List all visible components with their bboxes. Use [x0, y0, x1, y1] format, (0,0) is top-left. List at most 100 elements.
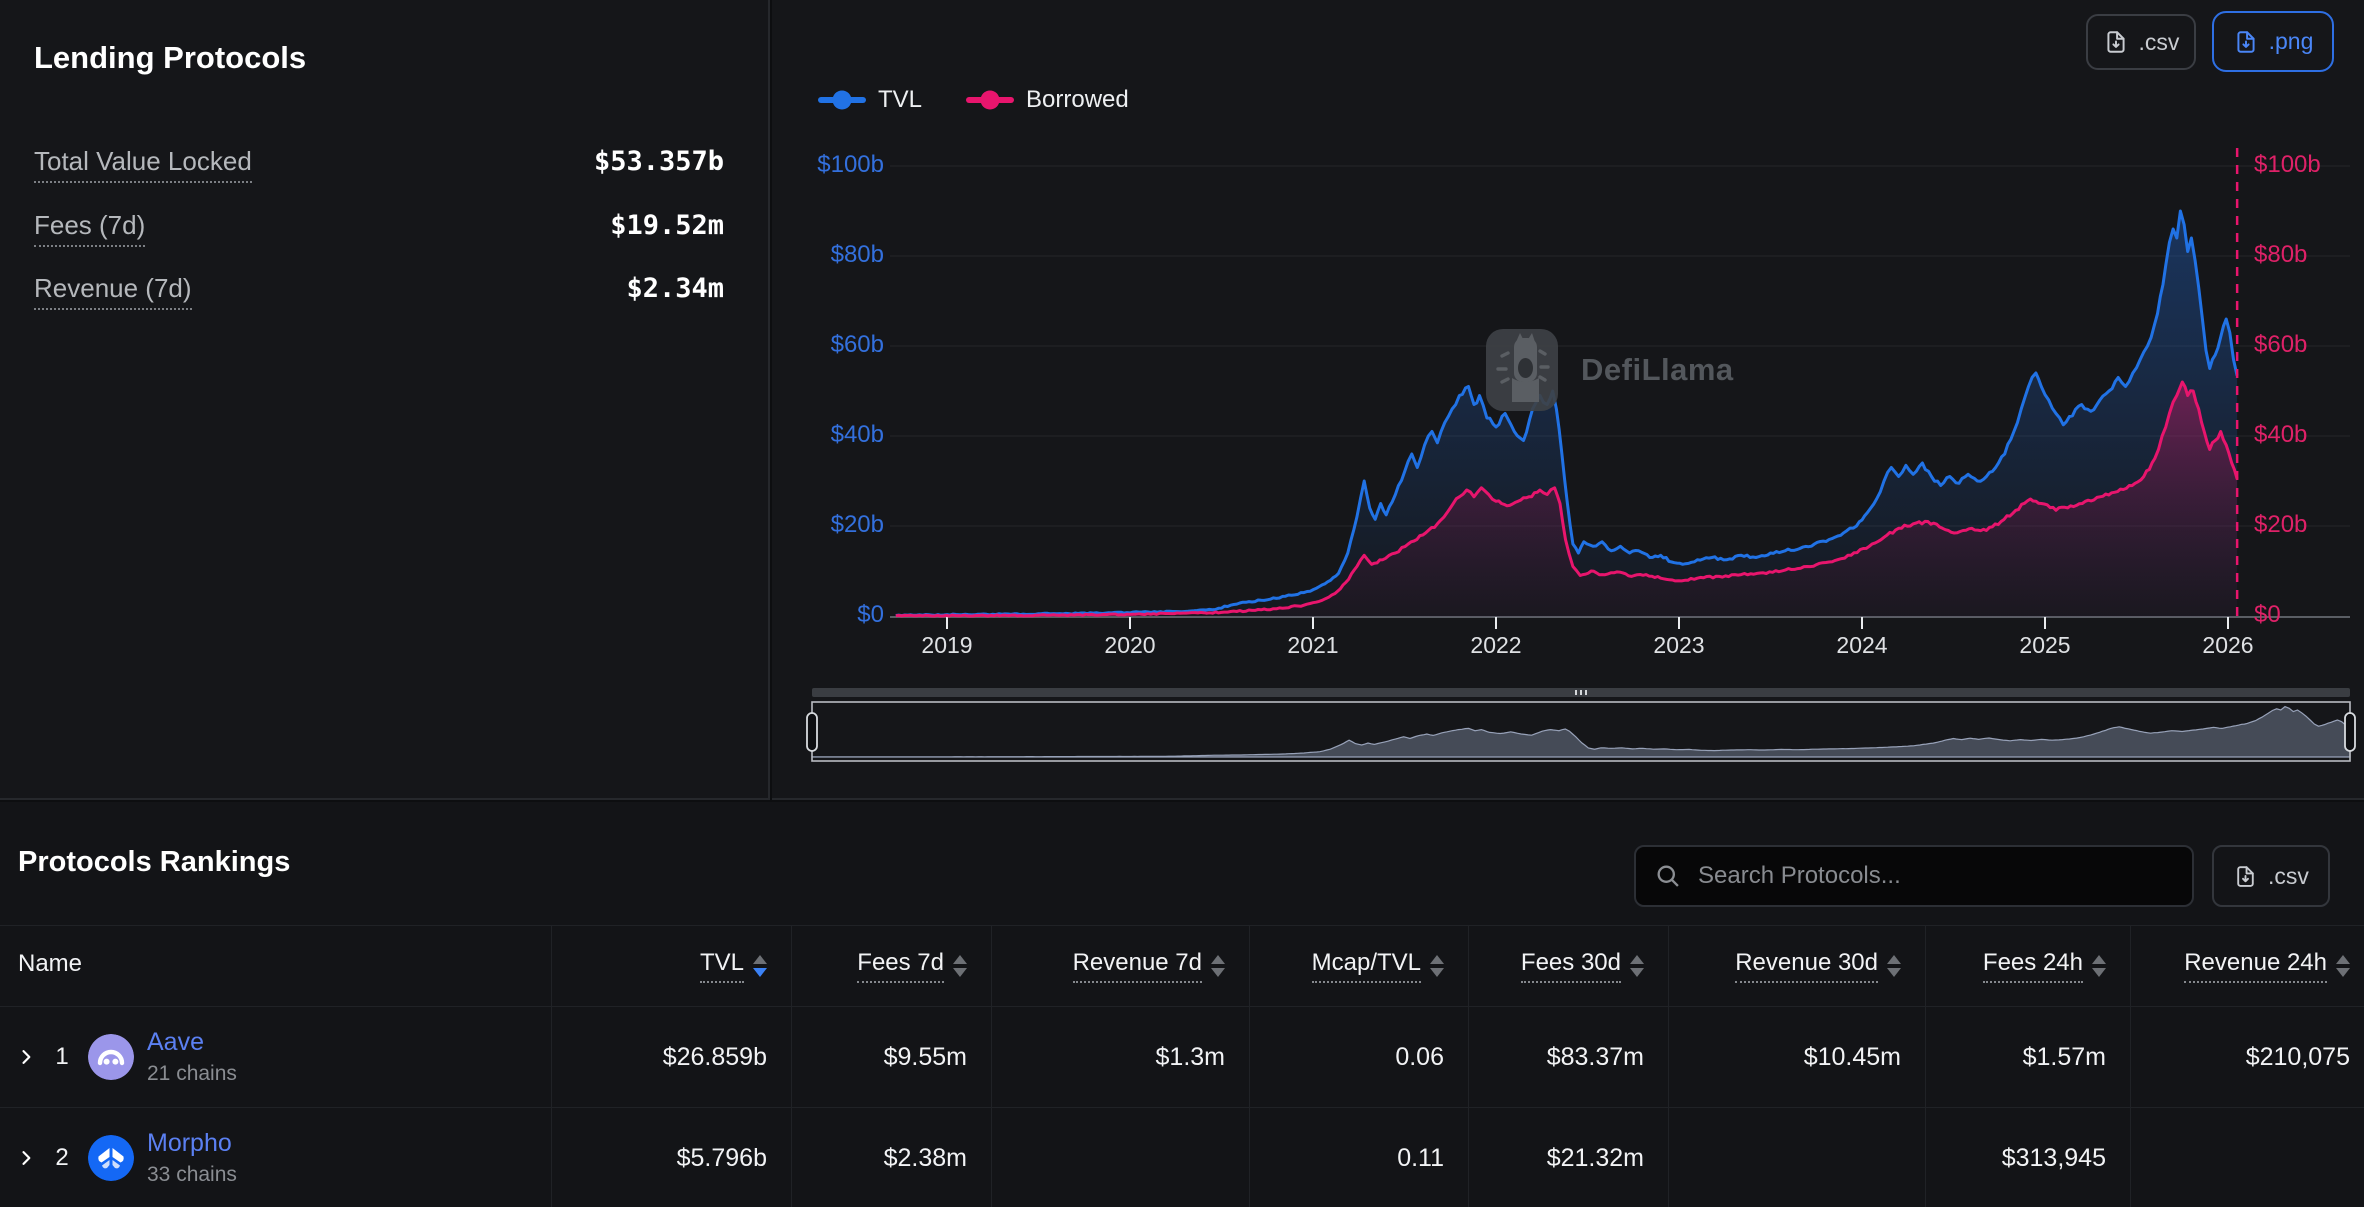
llama-logo-icon [1485, 328, 1559, 412]
cell-fees24h: $313,945 [1925, 1108, 2130, 1207]
stat-value: $2.34m [626, 273, 724, 304]
y-axis-label-right: $100b [2254, 151, 2358, 179]
brush-grip-icon[interactable] [1580, 690, 1582, 695]
brush-grip-icon[interactable] [1585, 690, 1587, 695]
cell-fees30d: $21.32m [1468, 1108, 1668, 1207]
column-header-label: Revenue 7d [1073, 949, 1202, 983]
chart-legend: TVL Borrowed [818, 84, 1129, 116]
y-axis-label-right: $60b [2254, 331, 2358, 359]
cell-fees7d: $2.38m [791, 1108, 991, 1207]
cell-fees30d: $83.37m [1468, 1007, 1668, 1107]
column-header-label: Name [18, 950, 82, 982]
morpho-logo-icon [88, 1135, 134, 1181]
column-header-label: Fees 7d [857, 949, 944, 983]
rankings-section: Protocols Rankings .csv Name TVL Fees 7d Re… [0, 802, 2364, 1207]
column-header-fees30d[interactable]: Fees 30d [1468, 926, 1668, 1006]
rankings-title: Protocols Rankings [18, 846, 290, 879]
column-header-label: Revenue 24h [2184, 949, 2327, 983]
rank-number: 2 [49, 1144, 75, 1172]
y-axis-label-right: $80b [2254, 241, 2358, 269]
cell-name: 1 Aave 21 chains [0, 1007, 551, 1107]
column-header-tvl[interactable]: TVL [551, 926, 791, 1006]
protocol-name-stack: Morpho 33 chains [147, 1129, 237, 1187]
column-header-label: Fees 24h [1983, 949, 2083, 983]
brush-mini-area [812, 707, 2350, 757]
protocol-name-link[interactable]: Morpho [147, 1129, 237, 1158]
legend-label: TVL [878, 86, 922, 114]
rankings-export-csv-label: .csv [2268, 863, 2309, 890]
defillama-lending-page: Lending Protocols Total Value Locked$53.… [0, 0, 2364, 1207]
download-icon [2103, 29, 2129, 55]
cell-revenue7d [991, 1108, 1249, 1207]
rankings-export-csv-button[interactable]: .csv [2212, 845, 2330, 907]
sort-icon [1430, 955, 1444, 977]
column-header-revenue24h[interactable]: Revenue 24h [2130, 926, 2364, 1006]
export-csv-button[interactable]: .csv [2086, 14, 2196, 70]
cell-mcapTvl: 0.11 [1249, 1108, 1468, 1207]
stat-value: $19.52m [610, 210, 724, 241]
stat-row: Total Value Locked$53.357b [34, 146, 724, 183]
cell-revenue30d: $10.45m [1668, 1007, 1925, 1107]
download-icon [2233, 29, 2259, 55]
legend-dot-icon [833, 91, 852, 110]
stat-row: Fees (7d)$19.52m [34, 210, 724, 247]
download-icon [2233, 864, 2258, 889]
defillama-watermark: DefiLlama [1485, 328, 1734, 412]
brush-grip-icon[interactable] [1575, 690, 1577, 695]
protocol-chains: 33 chains [147, 1163, 237, 1187]
sort-icon [753, 955, 767, 977]
sort-icon [1630, 955, 1644, 977]
search-input[interactable] [1696, 861, 2192, 891]
column-header-label: Revenue 30d [1735, 949, 1878, 983]
x-axis-label: 2023 [1614, 632, 1744, 659]
brush-handle-left[interactable] [807, 713, 817, 751]
legend-item-borrowed[interactable]: Borrowed [966, 86, 1129, 114]
search-box [1634, 845, 2194, 907]
expand-chevron-icon[interactable] [16, 1148, 36, 1168]
export-png-button[interactable]: .png [2212, 11, 2334, 72]
watermark-label: DefiLlama [1581, 352, 1734, 388]
x-axis-label: 2025 [1980, 632, 2110, 659]
stat-label: Revenue (7d) [34, 273, 192, 310]
x-axis-label: 2024 [1797, 632, 1927, 659]
x-axis-label: 2019 [882, 632, 1012, 659]
sort-icon [2336, 955, 2350, 977]
y-axis-label-left: $0 [780, 601, 884, 629]
legend-item-tvl[interactable]: TVL [818, 86, 922, 114]
sort-icon [953, 955, 967, 977]
table-row-aave[interactable]: 1 Aave 21 chains $26.859b$9.55m$1.3m0.06$83… [0, 1006, 2364, 1107]
y-axis-label-left: $60b [780, 331, 884, 359]
export-csv-label: .csv [2139, 29, 2180, 56]
x-axis-label: 2026 [2163, 632, 2293, 659]
column-header-revenue30d[interactable]: Revenue 30d [1668, 926, 1925, 1006]
cell-revenue30d [1668, 1108, 1925, 1207]
column-header-mcapTvl[interactable]: Mcap/TVL [1249, 926, 1468, 1006]
column-header-revenue7d[interactable]: Revenue 7d [991, 926, 1249, 1006]
legend-dot-icon [981, 91, 1000, 110]
page-title: Lending Protocols [34, 40, 306, 76]
y-axis-label-right: $40b [2254, 421, 2358, 449]
expand-chevron-icon[interactable] [16, 1047, 36, 1067]
stat-row: Revenue (7d) $2.34m [34, 273, 724, 310]
column-header-fees7d[interactable]: Fees 7d [791, 926, 991, 1006]
table-row-morpho[interactable]: 2 Morpho 33 chains $5.796b$2.38m 0.11$21.32m… [0, 1107, 2364, 1207]
protocol-chains: 21 chains [147, 1062, 237, 1086]
legend-marker-icon [966, 97, 1014, 103]
protocol-name-link[interactable]: Aave [147, 1028, 237, 1057]
cell-tvl: $26.859b [551, 1007, 791, 1107]
column-header-fees24h[interactable]: Fees 24h [1925, 926, 2130, 1006]
cell-revenue7d: $1.3m [991, 1007, 1249, 1107]
cell-mcapTvl: 0.06 [1249, 1007, 1468, 1107]
x-axis-label: 2020 [1065, 632, 1195, 659]
protocol-name-stack: Aave 21 chains [147, 1028, 237, 1086]
cell-fees7d: $9.55m [791, 1007, 991, 1107]
brush-handle-right[interactable] [2345, 713, 2355, 751]
cell-tvl: $5.796b [551, 1108, 791, 1207]
rank-number: 1 [49, 1043, 75, 1071]
sort-icon [1887, 955, 1901, 977]
aave-logo-icon [88, 1034, 134, 1080]
y-axis-label-right: $0 [2254, 601, 2358, 629]
cell-revenue24h [2130, 1108, 2364, 1207]
column-header-label: Fees 30d [1521, 949, 1621, 983]
export-png-label: .png [2269, 28, 2314, 55]
